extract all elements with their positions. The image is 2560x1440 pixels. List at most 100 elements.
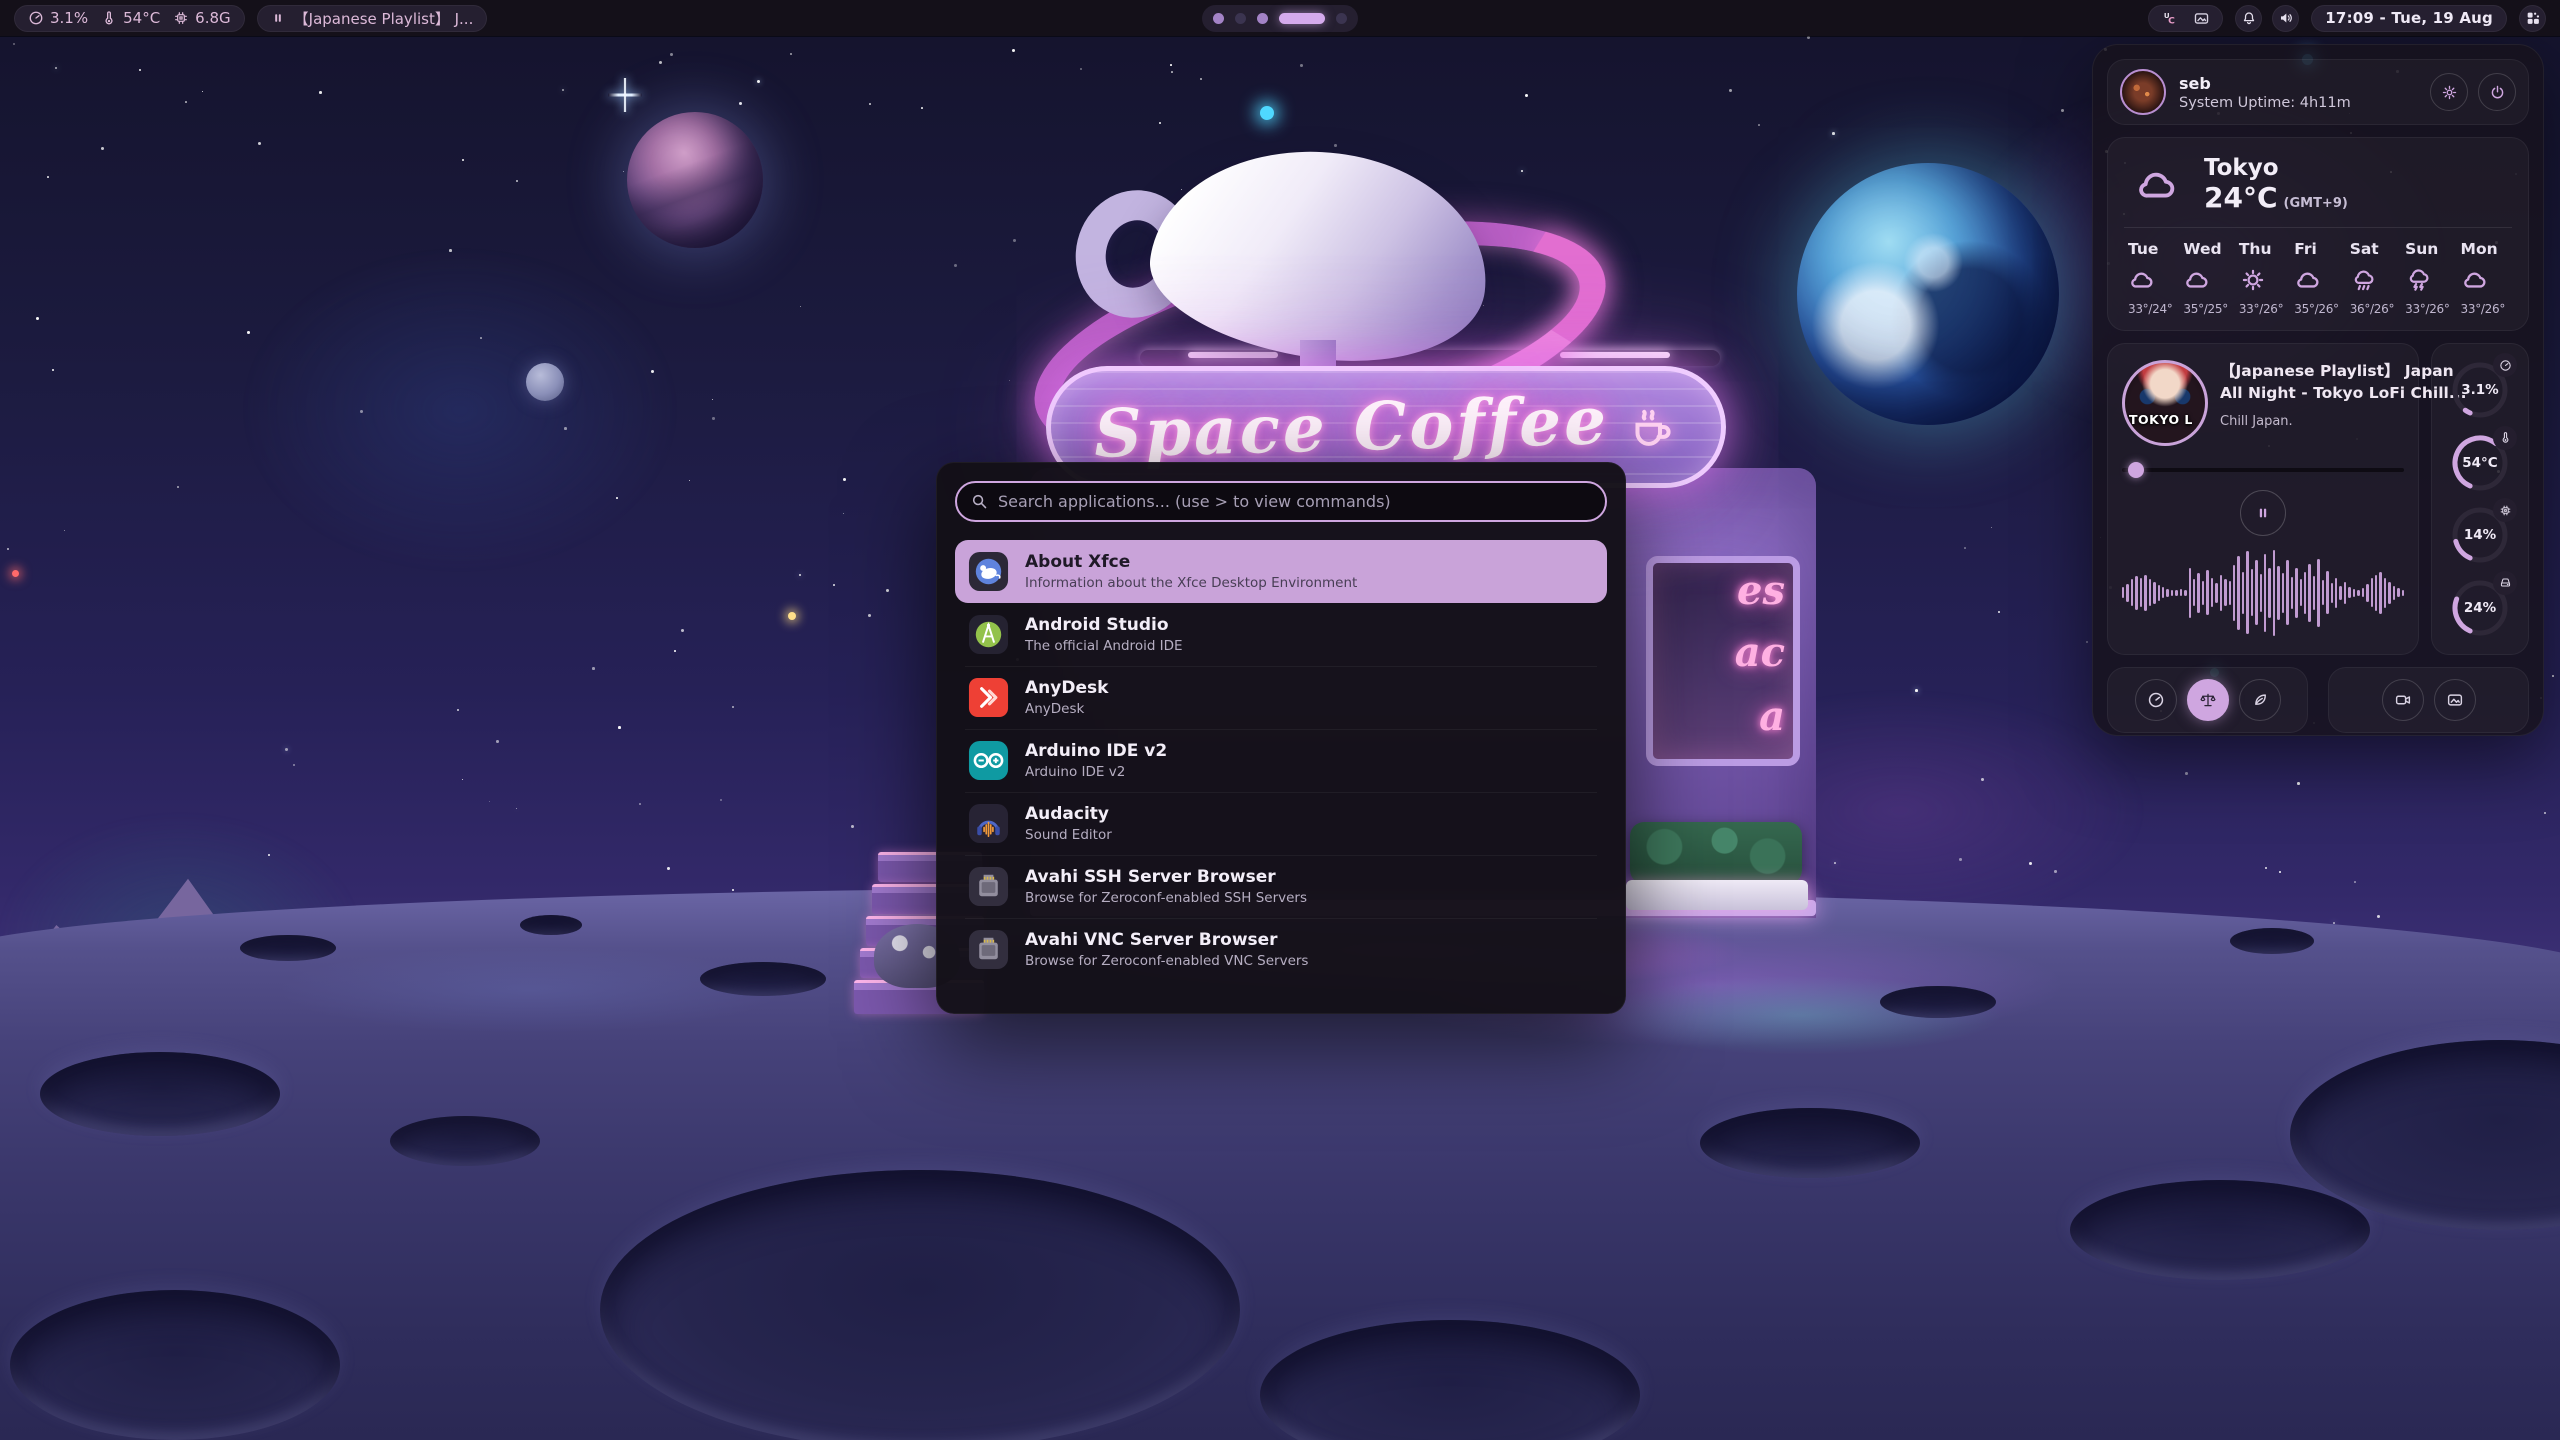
search-box[interactable] xyxy=(955,481,1607,522)
seek-bar[interactable] xyxy=(2122,462,2404,478)
app-description: Browse for Zeroconf-enabled VNC Servers xyxy=(1025,953,1308,969)
tray-icon[interactable] xyxy=(2161,10,2178,27)
app-name: Arduino IDE v2 xyxy=(1025,741,1167,761)
clock[interactable]: 17:09 - Tue, 19 Aug xyxy=(2311,5,2507,32)
system-stats-pill[interactable]: 3.1% 54°C 6.8G xyxy=(14,5,245,32)
app-list-item[interactable]: Android Studio The official Android IDE xyxy=(955,603,1607,666)
forecast-day: Mon 33°/26° xyxy=(2457,240,2512,316)
stat-item: 54°C xyxy=(101,9,160,27)
forecast-day-label: Sat xyxy=(2350,240,2379,258)
app-description: Arduino IDE v2 xyxy=(1025,764,1167,780)
workspace-dot[interactable] xyxy=(1257,13,1268,24)
user-action-icon xyxy=(2489,84,2506,101)
forecast-day-label: Thu xyxy=(2239,240,2272,258)
tray-icon[interactable] xyxy=(2193,10,2210,27)
app-name: Android Studio xyxy=(1025,615,1183,635)
capture-button[interactable] xyxy=(2434,679,2476,721)
workspace-dot[interactable] xyxy=(1235,13,1246,24)
app-description: Information about the Xfce Desktop Envir… xyxy=(1025,575,1357,591)
tray-button[interactable] xyxy=(2235,5,2262,32)
search-icon xyxy=(971,493,988,510)
tray-button-icon xyxy=(2278,10,2294,26)
stat-icon xyxy=(101,10,117,26)
app-name: Audacity xyxy=(1025,804,1112,824)
app-icon xyxy=(967,550,1010,593)
forecast-row: Tue 33°/24° Wed 35°/25° Thu 33°/26° xyxy=(2124,240,2512,316)
forecast-day: Sat 36°/26° xyxy=(2346,240,2401,316)
hedge xyxy=(1630,822,1802,884)
workspace-dot[interactable] xyxy=(1336,13,1347,24)
app-name: Avahi VNC Server Browser xyxy=(1025,930,1308,950)
app-name: About Xfce xyxy=(1025,552,1357,572)
forecast-weather-icon xyxy=(2461,266,2489,294)
system-gauges: 3.1% 54°C xyxy=(2431,343,2529,655)
app-list-item[interactable]: About Xfce Information about the Xfce De… xyxy=(955,540,1607,603)
app-list-item[interactable]: Arduino IDE v2 Arduino IDE v2 xyxy=(955,729,1607,792)
forecast-weather-icon xyxy=(2405,266,2433,294)
stat-item: 6.8G xyxy=(173,9,230,27)
user-action-button[interactable] xyxy=(2430,73,2468,111)
steaming-cup-icon xyxy=(1624,400,1678,454)
forecast-day: Sun 33°/26° xyxy=(2401,240,2456,316)
gauge: 54°C xyxy=(2449,432,2511,494)
user-action-button[interactable] xyxy=(2478,73,2516,111)
app-icon xyxy=(967,865,1010,908)
weather-temp: 24°C xyxy=(2204,181,2278,214)
stat-icon xyxy=(28,10,44,26)
app-description: AnyDesk xyxy=(1025,701,1108,717)
gauge: 14% xyxy=(2449,504,2511,566)
window-neon-text: ac xyxy=(1735,629,1785,676)
overview-button[interactable] xyxy=(2519,5,2546,32)
power-mode-button[interactable] xyxy=(2239,679,2281,721)
forecast-weather-icon xyxy=(2294,266,2322,294)
now-playing-pill[interactable]: 【Japanese Playlist】 J... xyxy=(257,5,488,32)
shop-window: es ac a xyxy=(1646,556,1800,766)
gauge-icon xyxy=(2493,353,2517,377)
pause-icon xyxy=(2255,505,2271,521)
track-title: 【Japanese Playlist】 Japan All Night - To… xyxy=(2220,360,2404,405)
user-name: seb xyxy=(2179,74,2351,93)
workspace-dot[interactable] xyxy=(1213,13,1224,24)
power-mode-icon xyxy=(2147,691,2165,709)
system-tray[interactable] xyxy=(2148,5,2223,32)
forecast-day-label: Mon xyxy=(2461,240,2498,258)
forecast-day-label: Sun xyxy=(2405,240,2438,258)
app-list-item[interactable]: Avahi VNC Server Browser Browse for Zero… xyxy=(955,918,1607,981)
forecast-temps: 36°/26° xyxy=(2350,302,2394,316)
desktop: es ac a Spa xyxy=(0,0,2560,1440)
gauge: 24% xyxy=(2449,577,2511,639)
control-panel: seb System Uptime: 4h11m Tok xyxy=(2092,44,2544,736)
app-icon xyxy=(967,613,1010,656)
window-neon-text: a xyxy=(1759,693,1785,740)
forecast-day: Wed 35°/25° xyxy=(2179,240,2234,316)
weather-card: Tokyo 24°C (GMT+9) Tue 33°/24° xyxy=(2107,137,2529,331)
app-list-item[interactable]: AnyDesk AnyDesk xyxy=(955,666,1607,729)
forecast-temps: 33°/26° xyxy=(2405,302,2449,316)
forecast-temps: 35°/26° xyxy=(2294,302,2338,316)
power-mode-icon xyxy=(2199,691,2217,709)
app-description: Sound Editor xyxy=(1025,827,1112,843)
app-icon xyxy=(967,802,1010,845)
capture-tools xyxy=(2328,667,2529,733)
power-mode-button[interactable] xyxy=(2187,679,2229,721)
window-neon-text: es xyxy=(1737,567,1785,614)
app-name: Avahi SSH Server Browser xyxy=(1025,867,1307,887)
gauge-icon xyxy=(2493,426,2517,450)
forecast-day: Tue 33°/24° xyxy=(2124,240,2179,316)
search-input[interactable] xyxy=(998,492,1591,511)
seek-knob[interactable] xyxy=(2128,462,2144,478)
app-list-item[interactable]: Audacity Sound Editor xyxy=(955,792,1607,855)
track-artist: Chill Japan. xyxy=(2220,414,2404,429)
capture-button[interactable] xyxy=(2382,679,2424,721)
workspace-dot[interactable] xyxy=(1279,13,1325,24)
app-list: About Xfce Information about the Xfce De… xyxy=(955,540,1607,995)
tray-button[interactable] xyxy=(2272,5,2299,32)
tray-button-icon xyxy=(2241,10,2257,26)
forecast-temps: 33°/26° xyxy=(2461,302,2505,316)
app-list-item[interactable]: Avahi SSH Server Browser Browse for Zero… xyxy=(955,855,1607,918)
capture-icon xyxy=(2394,691,2412,709)
power-mode-button[interactable] xyxy=(2135,679,2177,721)
gauge-icon xyxy=(2493,498,2517,522)
stat-value: 3.1% xyxy=(50,9,88,27)
play-pause-button[interactable] xyxy=(2240,490,2286,536)
